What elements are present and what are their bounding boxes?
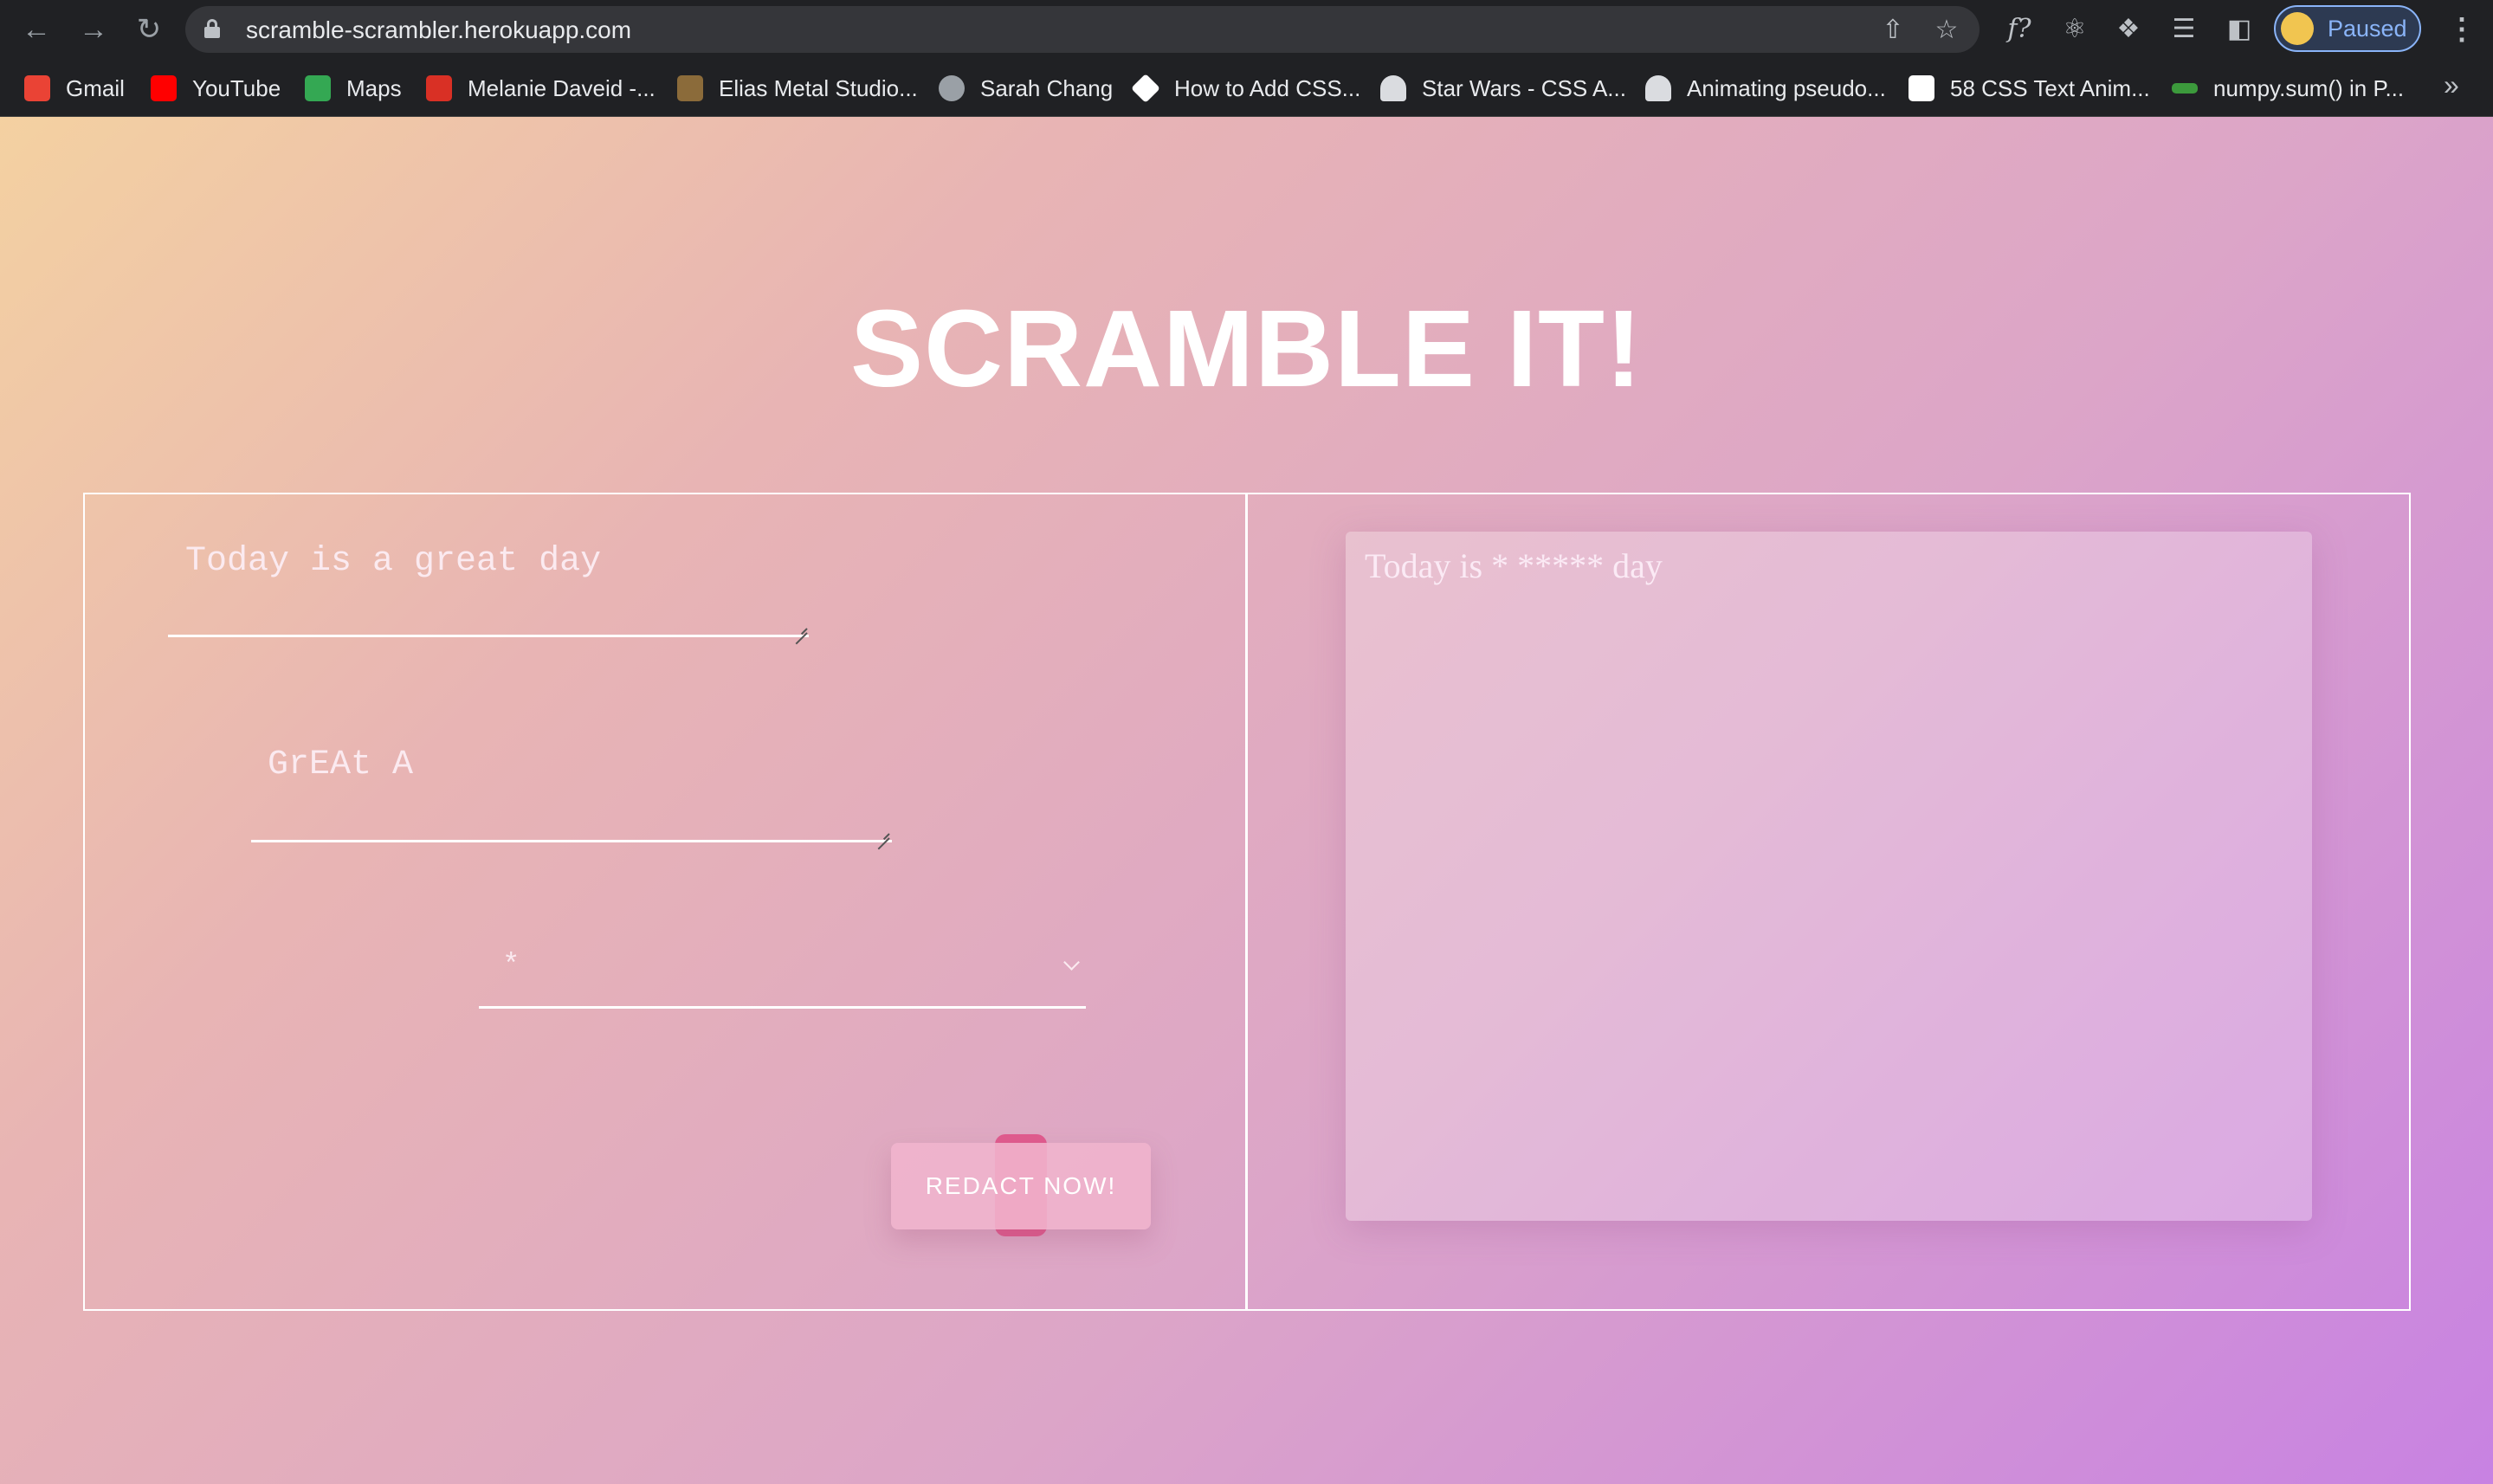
output-text: Today is * ***** day [1365,546,1663,585]
cloud-icon [1380,75,1406,101]
bookmark-css-add[interactable]: How to Add CSS... [1131,71,1361,106]
sentence-input-underline [168,635,809,637]
back-icon[interactable]: ← [19,12,54,47]
select-underline [479,1006,1086,1009]
bookmark-label: Star Wars - CSS A... [1422,74,1626,101]
output-box[interactable]: Today is * ***** day [1346,532,2312,1221]
youtube-icon [151,75,177,101]
url-text: scramble-scrambler.herokuapp.com [246,16,632,43]
bookmark-animating[interactable]: Animating pseudo... [1645,71,1886,106]
redact-button-wrap: REDACT NOW! [891,1134,1151,1236]
bookmark-58css[interactable]: 58 CSS Text Anim... [1909,71,2150,106]
share-icon[interactable]: ⇧ [1879,16,1907,44]
cloud-icon [1645,75,1671,101]
resize-handle-icon[interactable] [795,622,807,634]
words-input-underline [251,840,892,842]
words-input[interactable]: GrEAt A [268,745,413,784]
bookmarks-overflow-icon[interactable]: » [2444,69,2459,101]
eye-icon [426,75,452,101]
react-devtools-icon[interactable]: ⚛ [2059,14,2090,45]
f-logo-icon [1909,75,1934,101]
bookmark-label: How to Add CSS... [1174,74,1361,101]
lock-icon [204,19,220,38]
forward-icon[interactable]: → [76,12,111,47]
extensions-puzzle-icon[interactable]: ❖ [2113,14,2144,45]
avatar [2281,12,2314,45]
bookmark-melanie[interactable]: Melanie Daveid -... [426,71,656,106]
gmail-icon [24,75,50,101]
geeks-icon [2172,83,2198,94]
address-bar[interactable]: scramble-scrambler.herokuapp.com ⇧ ☆ [185,6,1980,53]
profile-status: Paused [2328,16,2407,42]
bookmark-numpy[interactable]: numpy.sum() in P... [2172,71,2404,106]
sentence-input[interactable]: Today is a great day [185,542,601,581]
bookmark-label: 58 CSS Text Anim... [1950,74,2150,101]
bookmark-label: numpy.sum() in P... [2213,74,2405,101]
side-panel-icon[interactable]: ◧ [2224,14,2255,45]
redact-now-button[interactable]: REDACT NOW! [891,1143,1151,1229]
bookmark-label: Melanie Daveid -... [468,74,656,101]
bookmark-gmail[interactable]: Gmail [24,71,125,106]
browser-toolbar: ← → ↻ scramble-scrambler.herokuapp.com ⇧… [0,0,2493,59]
reload-icon[interactable]: ↻ [132,12,166,47]
star-icon[interactable]: ☆ [1933,16,1960,44]
bookmark-label: Sarah Chang [980,74,1114,101]
bookmark-starwars[interactable]: Star Wars - CSS A... [1380,71,1626,106]
bookmark-elias[interactable]: Elias Metal Studio... [677,71,918,106]
font-extension-icon[interactable]: f? [2004,14,2035,45]
bookmark-label: Animating pseudo... [1687,74,1886,101]
bookmark-label: Elias Metal Studio... [719,74,918,101]
diamond-icon [1131,74,1160,103]
resize-handle-icon[interactable] [877,827,889,839]
bookmark-label: YouTube [192,74,281,101]
panel-divider [1245,493,1248,1311]
globe-icon [939,75,965,101]
profile-button[interactable]: Paused [2274,5,2421,52]
bookmark-maps[interactable]: Maps [305,71,402,106]
page-title: SCRAMBLE IT! [850,287,1643,410]
more-menu-icon[interactable]: ⋮ [2447,12,2477,47]
studio-icon [677,75,703,101]
maps-icon [305,75,331,101]
media-queue-icon[interactable]: ☰ [2168,14,2199,45]
bookmark-sarah[interactable]: Sarah Chang [939,71,1113,106]
redact-char-value: * [502,950,520,983]
bookmark-label: Maps [346,74,402,101]
bookmark-label: Gmail [66,74,125,101]
bookmark-youtube[interactable]: YouTube [151,71,281,106]
